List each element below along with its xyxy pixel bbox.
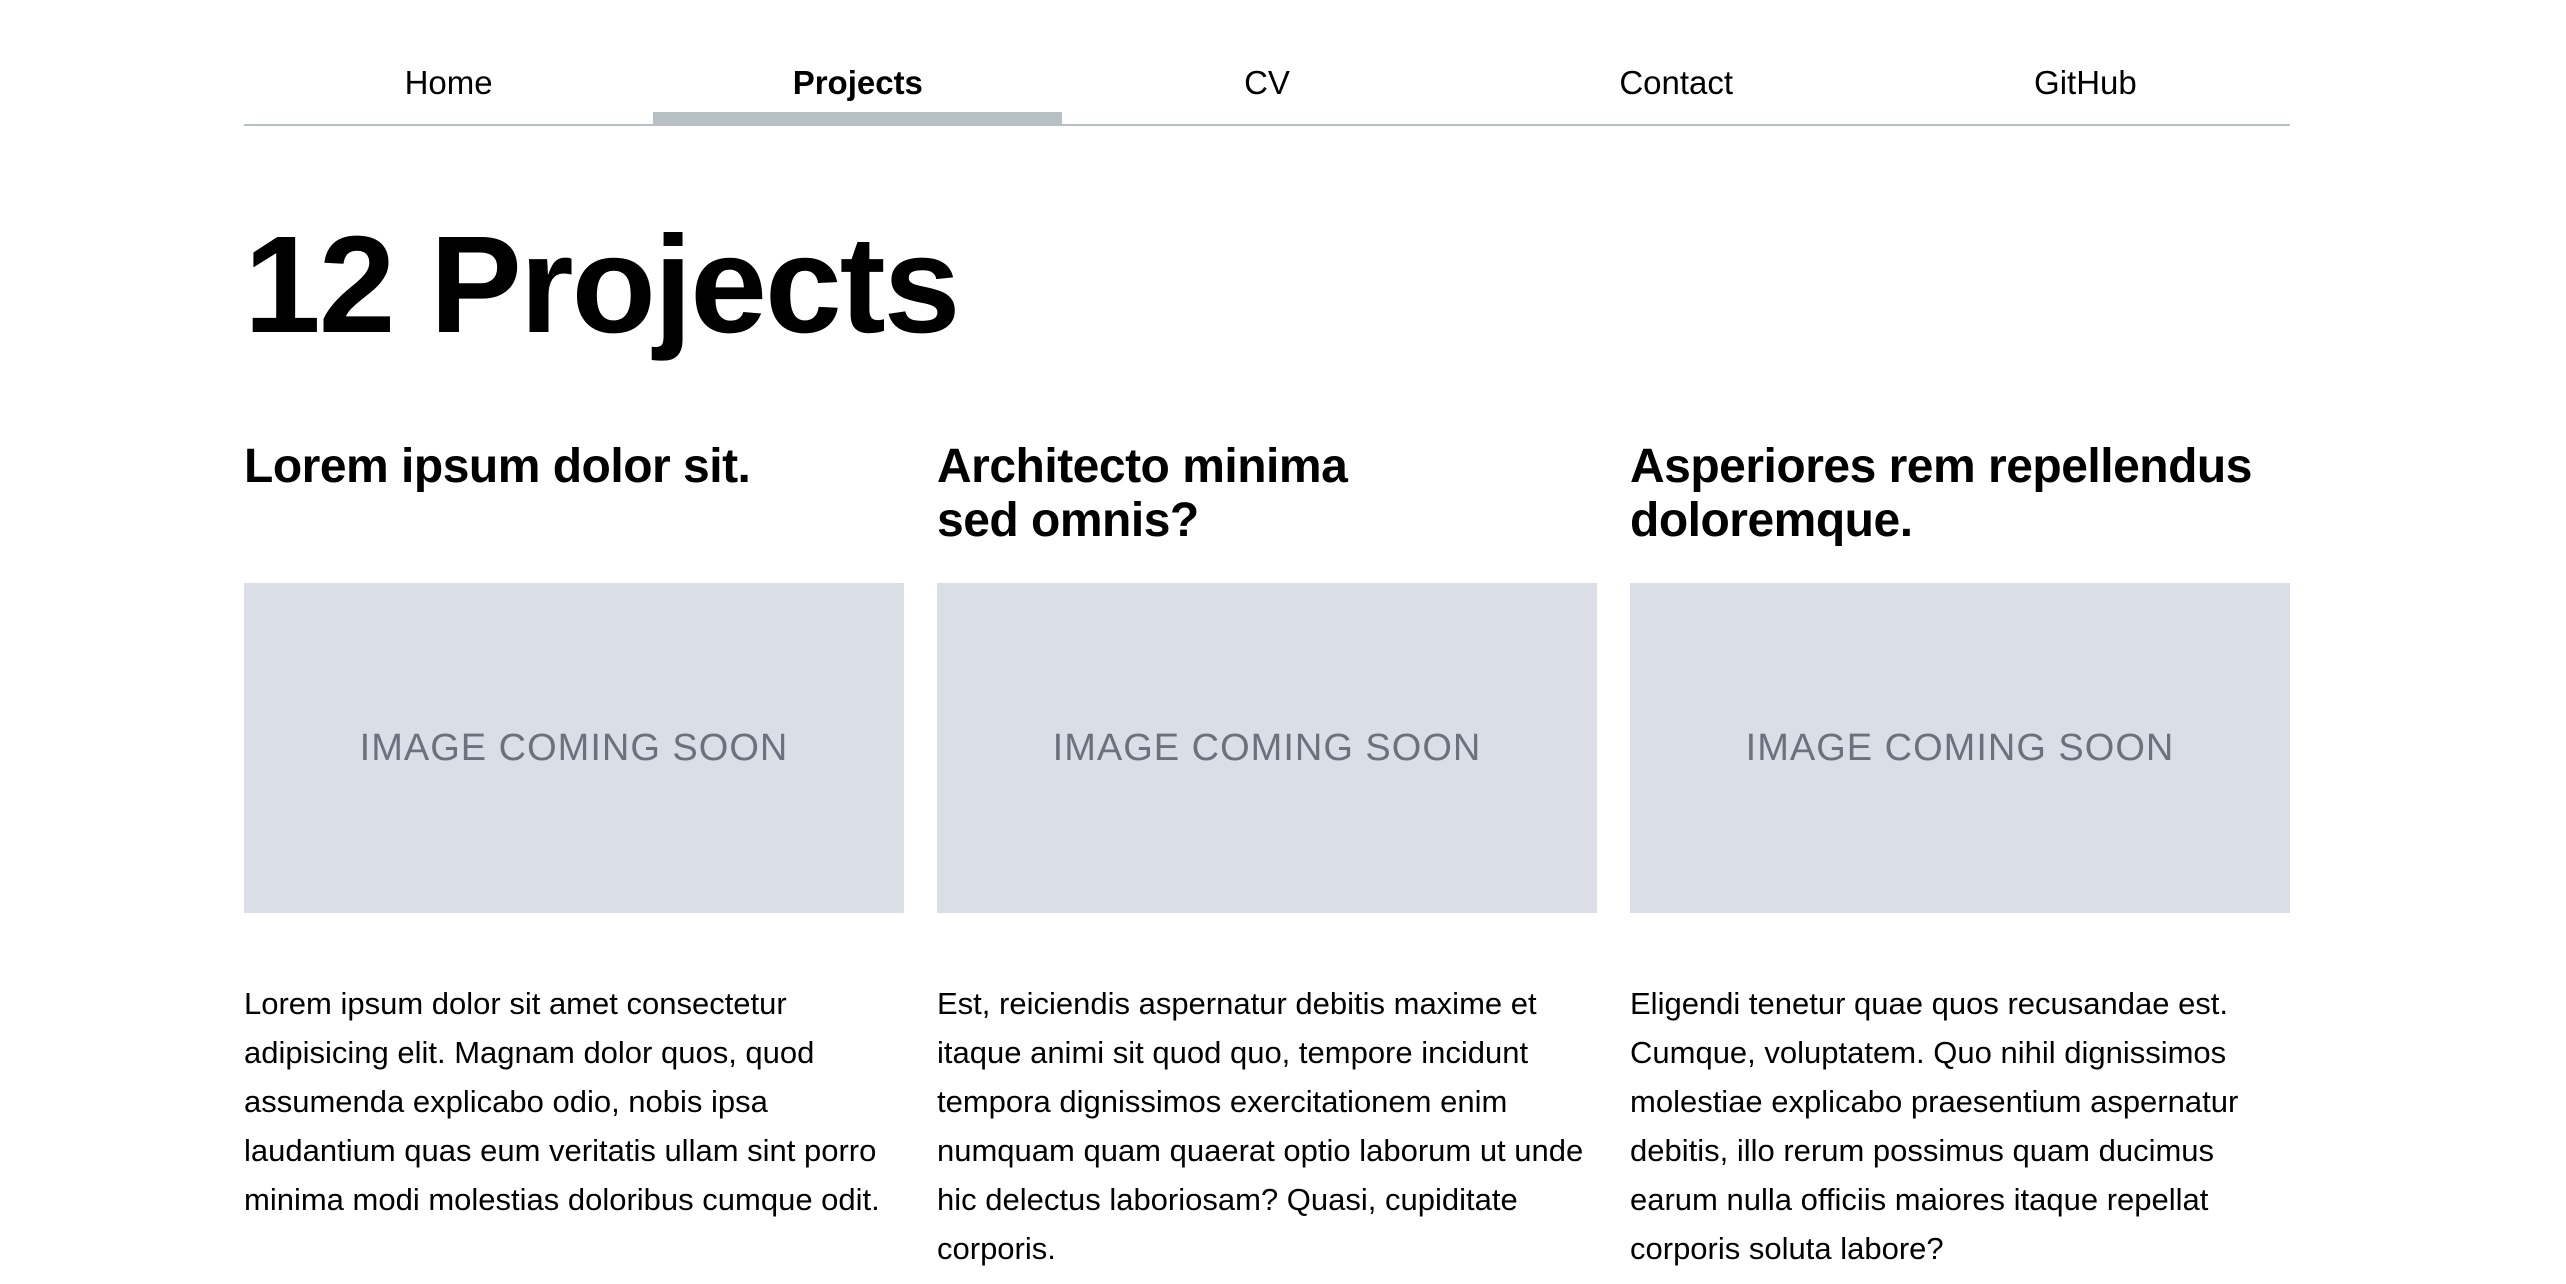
project-description: Eligendi tenetur quae quos recusandae es… (1630, 986, 2239, 1266)
project-title: Architecto minima sed omnis? (937, 440, 1348, 547)
image-placeholder-label: IMAGE COMING SOON (1052, 726, 1482, 769)
page-title: 12 Projects (244, 208, 960, 362)
project-image-placeholder: IMAGE COMING SOON (244, 583, 904, 913)
page: Home Projects CV Contact GitHub 12 Proje… (0, 0, 2566, 1284)
project-description: Est, reiciendis aspernatur debitis maxim… (937, 986, 1584, 1266)
project-card: Asperiores rem repellendus doloremque. I… (1630, 440, 2290, 1273)
project-title: Asperiores rem repellendus doloremque. (1630, 440, 2252, 547)
project-card: Architecto minima sed omnis? IMAGE COMIN… (937, 440, 1597, 1273)
nav-item-cv[interactable]: CV (1062, 0, 1471, 124)
nav-item-contact[interactable]: Contact (1472, 0, 1881, 124)
image-placeholder-label: IMAGE COMING SOON (359, 726, 789, 769)
image-placeholder-label: IMAGE COMING SOON (1745, 726, 2175, 769)
project-image-placeholder: IMAGE COMING SOON (1630, 583, 2290, 913)
project-image-placeholder: IMAGE COMING SOON (937, 583, 1597, 913)
projects-grid: Lorem ipsum dolor sit. IMAGE COMING SOON… (244, 440, 2290, 1273)
project-description: Lorem ipsum dolor sit amet consectetur a… (244, 986, 880, 1217)
nav-item-home[interactable]: Home (244, 0, 653, 124)
main-nav: Home Projects CV Contact GitHub (244, 0, 2290, 126)
nav-item-projects[interactable]: Projects (653, 0, 1063, 124)
project-card: Lorem ipsum dolor sit. IMAGE COMING SOON… (244, 440, 904, 1273)
nav-item-github[interactable]: GitHub (1881, 0, 2290, 124)
project-title: Lorem ipsum dolor sit. (244, 440, 751, 493)
